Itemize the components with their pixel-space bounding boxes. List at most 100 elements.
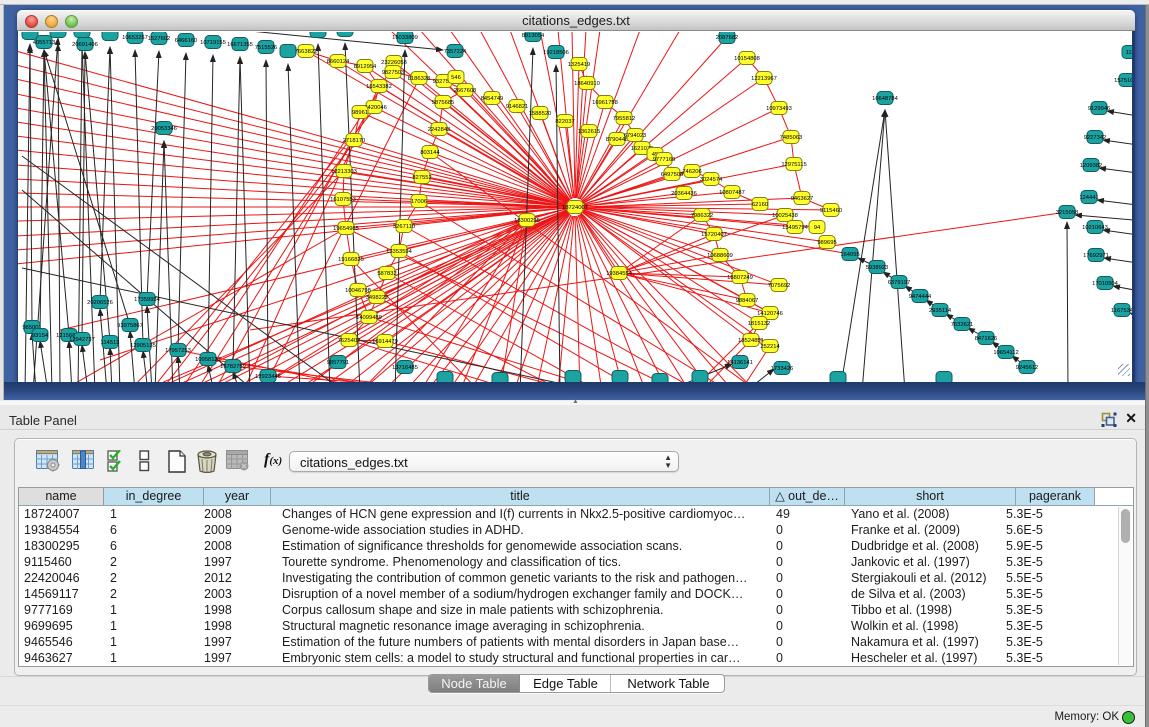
svg-text:803144: 803144 <box>420 150 440 156</box>
svg-text:989695: 989695 <box>817 240 836 246</box>
svg-text:9146821: 9146821 <box>506 104 529 110</box>
svg-text:12923446: 12923446 <box>255 374 281 380</box>
svg-text:16648784: 16648784 <box>872 96 899 102</box>
svg-text:10807487: 10807487 <box>719 190 745 196</box>
svg-text:9245612: 9245612 <box>1016 365 1039 371</box>
svg-text:98961: 98961 <box>352 110 368 116</box>
svg-text:6379197: 6379197 <box>888 280 911 286</box>
svg-text:17010504: 17010504 <box>1092 281 1119 287</box>
svg-text:124441: 124441 <box>1079 195 1098 201</box>
svg-text:16782759: 16782759 <box>220 364 246 370</box>
svg-text:16107553: 16107553 <box>330 197 356 203</box>
svg-text:9227342: 9227342 <box>1084 135 1107 141</box>
svg-text:114513: 114513 <box>101 340 120 346</box>
svg-text:6497508: 6497508 <box>661 172 684 178</box>
svg-text:7986322: 7986322 <box>691 213 714 219</box>
svg-text:827552: 827552 <box>412 175 431 181</box>
svg-text:10973493: 10973493 <box>766 106 792 112</box>
svg-text:93975867: 93975867 <box>117 323 143 329</box>
svg-text:15720407: 15720407 <box>701 232 727 238</box>
svg-text:18300295: 18300295 <box>514 218 540 224</box>
svg-text:10654112: 10654112 <box>993 350 1018 356</box>
svg-text:10210643: 10210643 <box>1082 225 1108 231</box>
svg-text:62160: 62160 <box>752 202 768 208</box>
svg-text:111: 111 <box>1126 50 1132 56</box>
svg-text:16914479: 16914479 <box>372 339 398 345</box>
svg-text:10719155: 10719155 <box>200 40 226 46</box>
svg-text:15751074: 15751074 <box>1114 78 1132 84</box>
svg-text:164095: 164095 <box>840 252 859 258</box>
svg-text:7663822: 7663822 <box>295 49 318 55</box>
svg-text:10958127: 10958127 <box>195 357 221 363</box>
svg-text:13716485: 13716485 <box>392 365 418 371</box>
svg-text:12213303: 12213303 <box>331 169 357 175</box>
svg-text:7357224: 7357224 <box>444 49 467 55</box>
svg-text:18807249: 18807249 <box>727 275 753 281</box>
svg-text:7075692: 7075692 <box>768 283 791 289</box>
svg-text:9777169: 9777169 <box>653 157 676 163</box>
svg-text:1362615: 1362615 <box>578 129 601 135</box>
svg-text:10025438: 10025438 <box>772 213 798 219</box>
svg-text:7955812: 7955812 <box>613 116 636 122</box>
svg-text:20364436: 20364436 <box>671 191 697 197</box>
svg-text:20691406: 20691406 <box>72 42 98 48</box>
svg-text:14136141: 14136141 <box>727 360 753 366</box>
svg-text:5938923: 5938923 <box>866 265 889 271</box>
svg-text:17957253: 17957253 <box>165 348 191 354</box>
svg-text:16033809: 16033809 <box>392 35 418 41</box>
svg-text:13495794: 13495794 <box>782 225 809 231</box>
svg-text:1167534: 1167534 <box>1111 308 1132 314</box>
svg-text:16961758: 16961758 <box>592 100 618 106</box>
svg-text:9115460: 9115460 <box>820 208 842 214</box>
svg-text:546: 546 <box>451 75 461 81</box>
svg-text:9857791: 9857791 <box>327 360 350 366</box>
svg-text:4055713: 4055713 <box>33 40 56 46</box>
svg-text:8186328: 8186328 <box>408 76 431 82</box>
svg-text:252214: 252214 <box>760 344 780 350</box>
svg-text:8813054: 8813054 <box>522 33 545 39</box>
svg-text:12975115: 12975115 <box>781 162 806 168</box>
svg-text:5875685: 5875685 <box>432 100 455 106</box>
svg-text:746206: 746206 <box>682 169 701 175</box>
svg-text:822037: 822037 <box>555 119 574 125</box>
svg-text:1527602: 1527602 <box>148 36 171 42</box>
svg-text:7515526: 7515526 <box>255 45 278 51</box>
svg-text:14099489: 14099489 <box>356 315 382 321</box>
svg-text:17006: 17006 <box>411 199 427 205</box>
svg-text:6794023: 6794023 <box>624 133 647 139</box>
svg-text:1209382: 1209382 <box>1080 163 1103 169</box>
svg-text:13353594: 13353594 <box>386 249 413 255</box>
svg-text:17359934: 17359934 <box>134 297 161 303</box>
svg-text:8454749: 8454749 <box>481 96 504 102</box>
svg-text:8471626: 8471626 <box>975 336 998 342</box>
svg-text:93154: 93154 <box>32 333 49 339</box>
svg-text:8912954: 8912954 <box>354 64 377 70</box>
svg-text:3215958: 3215958 <box>1056 210 1079 216</box>
svg-text:12905135: 12905135 <box>130 343 156 349</box>
svg-text:10688609: 10688609 <box>707 253 733 259</box>
svg-text:9827503: 9827503 <box>382 70 405 76</box>
svg-text:19384554: 19384554 <box>606 271 633 277</box>
svg-text:1815132: 1815132 <box>748 321 771 327</box>
svg-text:3498222: 3498222 <box>366 295 389 301</box>
svg-text:2935114: 2935114 <box>929 308 952 314</box>
svg-text:16671355: 16671355 <box>227 42 253 48</box>
svg-text:94: 94 <box>814 225 821 231</box>
svg-text:2667608: 2667608 <box>454 88 477 94</box>
svg-text:12213967: 12213967 <box>751 76 777 82</box>
svg-text:2242843: 2242843 <box>428 127 451 133</box>
svg-text:587832: 587832 <box>377 271 396 277</box>
svg-text:17692971: 17692971 <box>1083 253 1109 259</box>
svg-text:9129946: 9129946 <box>1088 106 1111 112</box>
svg-text:10653257: 10653257 <box>122 35 148 41</box>
svg-text:10154808: 10154808 <box>734 56 760 62</box>
svg-text:18640910: 18640910 <box>574 81 600 87</box>
svg-text:2087682: 2087682 <box>716 35 739 41</box>
svg-text:19166825: 19166825 <box>338 257 364 263</box>
svg-text:20206526: 20206526 <box>87 300 113 306</box>
svg-text:2718170: 2718170 <box>343 138 366 144</box>
svg-text:7485063: 7485063 <box>780 135 803 141</box>
svg-text:3267110: 3267110 <box>393 224 415 230</box>
svg-text:1733426: 1733426 <box>771 366 794 372</box>
svg-text:12942737: 12942737 <box>69 337 95 343</box>
